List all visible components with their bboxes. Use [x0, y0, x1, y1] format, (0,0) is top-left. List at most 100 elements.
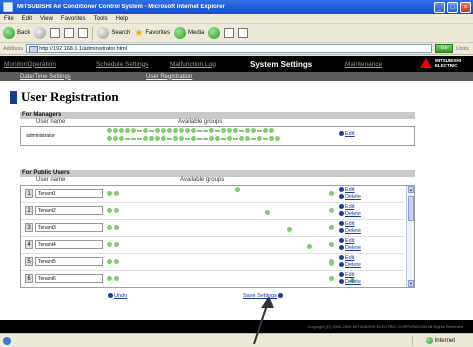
delete-link[interactable]: Delete	[339, 279, 361, 286]
group-available-icon[interactable]	[119, 136, 124, 141]
group-available-icon[interactable]	[114, 242, 119, 247]
user-name-field[interactable]: Tenant4	[35, 240, 103, 249]
edit-link[interactable]: Edit	[339, 255, 361, 262]
edit-link[interactable]: Edit	[339, 238, 361, 245]
print-icon[interactable]	[238, 28, 249, 38]
refresh-icon[interactable]	[64, 28, 75, 38]
group-unavailable-icon[interactable]	[221, 138, 226, 141]
group-unavailable-icon[interactable]	[233, 138, 238, 141]
group-available-icon[interactable]	[329, 208, 334, 213]
group-available-icon[interactable]	[107, 208, 112, 213]
menu-help[interactable]: Help	[116, 16, 128, 22]
group-available-icon[interactable]	[107, 128, 112, 133]
group-available-icon[interactable]	[107, 225, 112, 230]
group-available-icon[interactable]	[233, 128, 238, 133]
group-unavailable-icon[interactable]	[203, 138, 208, 141]
back-button[interactable]: Back	[3, 27, 30, 39]
vertical-scrollbar[interactable]: ▲ ▼	[406, 186, 414, 287]
group-available-icon[interactable]	[173, 136, 178, 141]
group-available-icon[interactable]	[179, 128, 184, 133]
minimize-button[interactable]: _	[434, 1, 445, 13]
scroll-up-icon[interactable]: ▲	[408, 186, 414, 193]
group-available-icon[interactable]	[107, 276, 112, 281]
group-unavailable-icon[interactable]	[149, 130, 154, 133]
group-available-icon[interactable]	[329, 225, 334, 230]
group-available-icon[interactable]	[161, 136, 166, 141]
group-available-icon[interactable]	[269, 128, 274, 133]
group-available-icon[interactable]	[149, 136, 154, 141]
group-available-icon[interactable]	[329, 191, 334, 196]
group-available-icon[interactable]	[209, 128, 214, 133]
group-available-icon[interactable]	[209, 136, 214, 141]
group-available-icon[interactable]	[227, 136, 232, 141]
user-groups-grid[interactable]	[107, 242, 337, 249]
delete-link[interactable]: Delete	[339, 245, 361, 252]
edit-link[interactable]: Edit	[339, 272, 361, 279]
user-groups-grid[interactable]	[107, 259, 337, 266]
manager-groups-grid[interactable]	[107, 128, 337, 144]
group-unavailable-icon[interactable]	[185, 138, 190, 141]
menu-favorites[interactable]: Favorites	[61, 16, 86, 22]
group-unavailable-icon[interactable]	[197, 138, 202, 141]
group-available-icon[interactable]	[221, 128, 226, 133]
group-unavailable-icon[interactable]	[137, 138, 142, 141]
user-name-field[interactable]: Tenant3	[35, 223, 103, 232]
menu-file[interactable]: File	[4, 16, 14, 22]
go-button[interactable]: Go	[435, 44, 454, 53]
delete-link[interactable]: Delete	[339, 262, 361, 269]
group-available-icon[interactable]	[239, 136, 244, 141]
group-unavailable-icon[interactable]	[137, 130, 142, 133]
group-available-icon[interactable]	[263, 128, 268, 133]
media-button[interactable]: Media	[174, 27, 204, 39]
group-available-icon[interactable]	[191, 136, 196, 141]
search-button[interactable]: Search	[97, 27, 130, 39]
subnav-date-time[interactable]: Date/Time Settings	[20, 74, 71, 80]
group-available-icon[interactable]	[143, 128, 148, 133]
group-available-icon[interactable]	[185, 128, 190, 133]
group-unavailable-icon[interactable]	[215, 130, 220, 133]
group-available-icon[interactable]	[155, 136, 160, 141]
group-available-icon[interactable]	[251, 128, 256, 133]
group-unavailable-icon[interactable]	[167, 138, 172, 141]
close-button[interactable]: ×	[460, 1, 471, 13]
user-name-field[interactable]: Tenant1	[35, 189, 103, 198]
group-available-icon[interactable]	[107, 191, 112, 196]
group-available-icon[interactable]	[114, 259, 119, 264]
links-button[interactable]: Links	[456, 46, 469, 52]
group-available-icon[interactable]	[167, 128, 172, 133]
group-available-icon[interactable]	[114, 276, 119, 281]
delete-link[interactable]: Delete	[339, 194, 361, 201]
group-available-icon[interactable]	[287, 227, 292, 232]
stop-icon[interactable]	[50, 28, 61, 38]
user-groups-grid[interactable]	[107, 208, 337, 215]
user-groups-grid[interactable]	[107, 225, 337, 232]
save-settings-link[interactable]: Save Settings	[243, 293, 284, 299]
group-available-icon[interactable]	[265, 210, 270, 215]
group-available-icon[interactable]	[173, 128, 178, 133]
group-unavailable-icon[interactable]	[251, 138, 256, 141]
group-available-icon[interactable]	[155, 128, 160, 133]
group-available-icon[interactable]	[107, 136, 112, 141]
group-available-icon[interactable]	[191, 128, 196, 133]
group-available-icon[interactable]	[114, 191, 119, 196]
scroll-down-icon[interactable]: ▼	[408, 280, 414, 287]
group-available-icon[interactable]	[329, 242, 334, 247]
group-available-icon[interactable]	[257, 136, 262, 141]
group-available-icon[interactable]	[215, 136, 220, 141]
user-name-field[interactable]: Tenant6	[35, 274, 103, 283]
group-unavailable-icon[interactable]	[263, 138, 268, 141]
group-available-icon[interactable]	[227, 128, 232, 133]
mail-icon[interactable]	[224, 28, 235, 38]
delete-link[interactable]: Delete	[339, 228, 361, 235]
edit-link[interactable]: Edit	[339, 221, 361, 228]
group-available-icon[interactable]	[329, 276, 334, 281]
maximize-button[interactable]: □	[447, 1, 458, 13]
group-available-icon[interactable]	[307, 244, 312, 249]
group-available-icon[interactable]	[125, 128, 130, 133]
group-unavailable-icon[interactable]	[203, 130, 208, 133]
nav-maintenance[interactable]: Maintenance	[345, 61, 382, 68]
menu-view[interactable]: View	[40, 16, 53, 22]
history-icon[interactable]	[208, 27, 221, 39]
group-available-icon[interactable]	[113, 128, 118, 133]
nav-monitor-operation[interactable]: Monitor/Operation	[4, 61, 56, 68]
